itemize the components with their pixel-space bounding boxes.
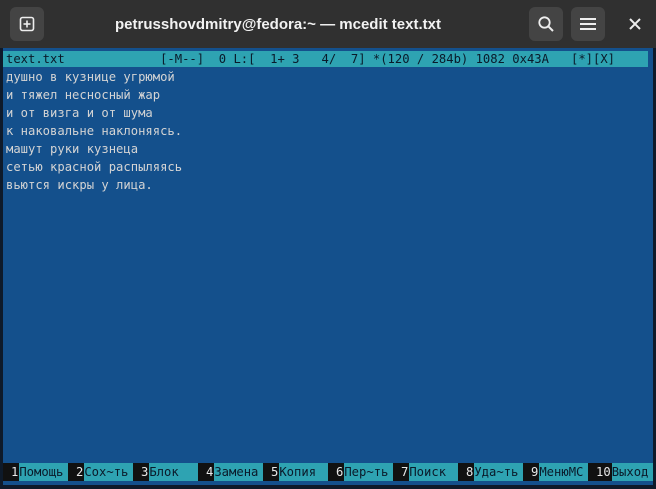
new-tab-icon [19, 16, 35, 32]
fkey-label: МенюМС [539, 463, 588, 481]
mcedit-terminal[interactable]: text.txt [-M--] 0 L:[ 1+ 3 4/ 7] *(120 /… [3, 48, 653, 485]
editor-line[interactable]: и тяжел несносный жар [6, 86, 646, 104]
fkey-move[interactable]: 6 Пер~ть [328, 463, 393, 481]
editor-line[interactable]: к наковальне наклоняясь. [6, 122, 646, 140]
fkey-help[interactable]: 1 Помощь [3, 463, 68, 481]
menu-button[interactable] [571, 7, 605, 41]
fkey-number: 10 [588, 463, 612, 481]
hamburger-menu-icon [580, 18, 596, 30]
fkey-label: Выход [611, 463, 653, 481]
close-icon [629, 18, 641, 30]
fkey-label: Поиск [409, 463, 458, 481]
fkey-number: 2 [68, 463, 85, 481]
fkey-number: 1 [3, 463, 20, 481]
fkey-replace[interactable]: 4 Замена [198, 463, 263, 481]
search-button[interactable] [529, 7, 563, 41]
fkey-menu[interactable]: 9 МенюМС [523, 463, 588, 481]
fkey-number: 9 [523, 463, 540, 481]
editor-line[interactable]: и от визга и от шума [6, 104, 646, 122]
function-key-bar: 1 Помощь 2 Сох~ть 3 Блок 4 Замена 5 Копия 6 Пе… [3, 463, 653, 481]
fkey-delete[interactable]: 8 Уда~ть [458, 463, 523, 481]
fkey-block[interactable]: 3 Блок [133, 463, 198, 481]
editor-line[interactable]: душно в кузнице угрюмой [6, 68, 646, 86]
new-tab-button[interactable] [10, 7, 44, 41]
close-button[interactable] [620, 7, 650, 41]
terminal-window: petrusshovdmitry@fedora:~ — mcedit text.… [0, 0, 656, 489]
fkey-number: 5 [263, 463, 280, 481]
fkey-label: Сох~ть [84, 463, 133, 481]
fkey-number: 6 [328, 463, 345, 481]
fkey-label: Замена [214, 463, 263, 481]
fkey-copy[interactable]: 5 Копия [263, 463, 328, 481]
editor-line[interactable]: сетью красной распыляясь [6, 158, 646, 176]
fkey-number: 7 [393, 463, 410, 481]
editor-status-bar: text.txt [-M--] 0 L:[ 1+ 3 4/ 7] *(120 /… [3, 51, 648, 67]
fkey-search[interactable]: 7 Поиск [393, 463, 458, 481]
fkey-exit[interactable]: 10 Выход [588, 463, 653, 481]
fkey-number: 3 [133, 463, 150, 481]
search-icon [538, 16, 554, 32]
fkey-number: 4 [198, 463, 215, 481]
fkey-label: Копия [279, 463, 328, 481]
fkey-label: Блок [149, 463, 198, 481]
window-title: petrusshovdmitry@fedora:~ — mcedit text.… [115, 15, 441, 33]
window-titlebar: petrusshovdmitry@fedora:~ — mcedit text.… [0, 0, 656, 48]
fkey-label: Пер~ть [344, 463, 393, 481]
editor-line[interactable]: вьются искры у лица. [6, 176, 646, 194]
fkey-label: Уда~ть [474, 463, 523, 481]
editor-line[interactable]: машут руки кузнеца [6, 140, 646, 158]
fkey-save[interactable]: 2 Сох~ть [68, 463, 133, 481]
fkey-number: 8 [458, 463, 475, 481]
text-editor-area[interactable]: душно в кузнице угрюмой и тяжел несносны… [6, 68, 646, 194]
fkey-label: Помощь [19, 463, 68, 481]
